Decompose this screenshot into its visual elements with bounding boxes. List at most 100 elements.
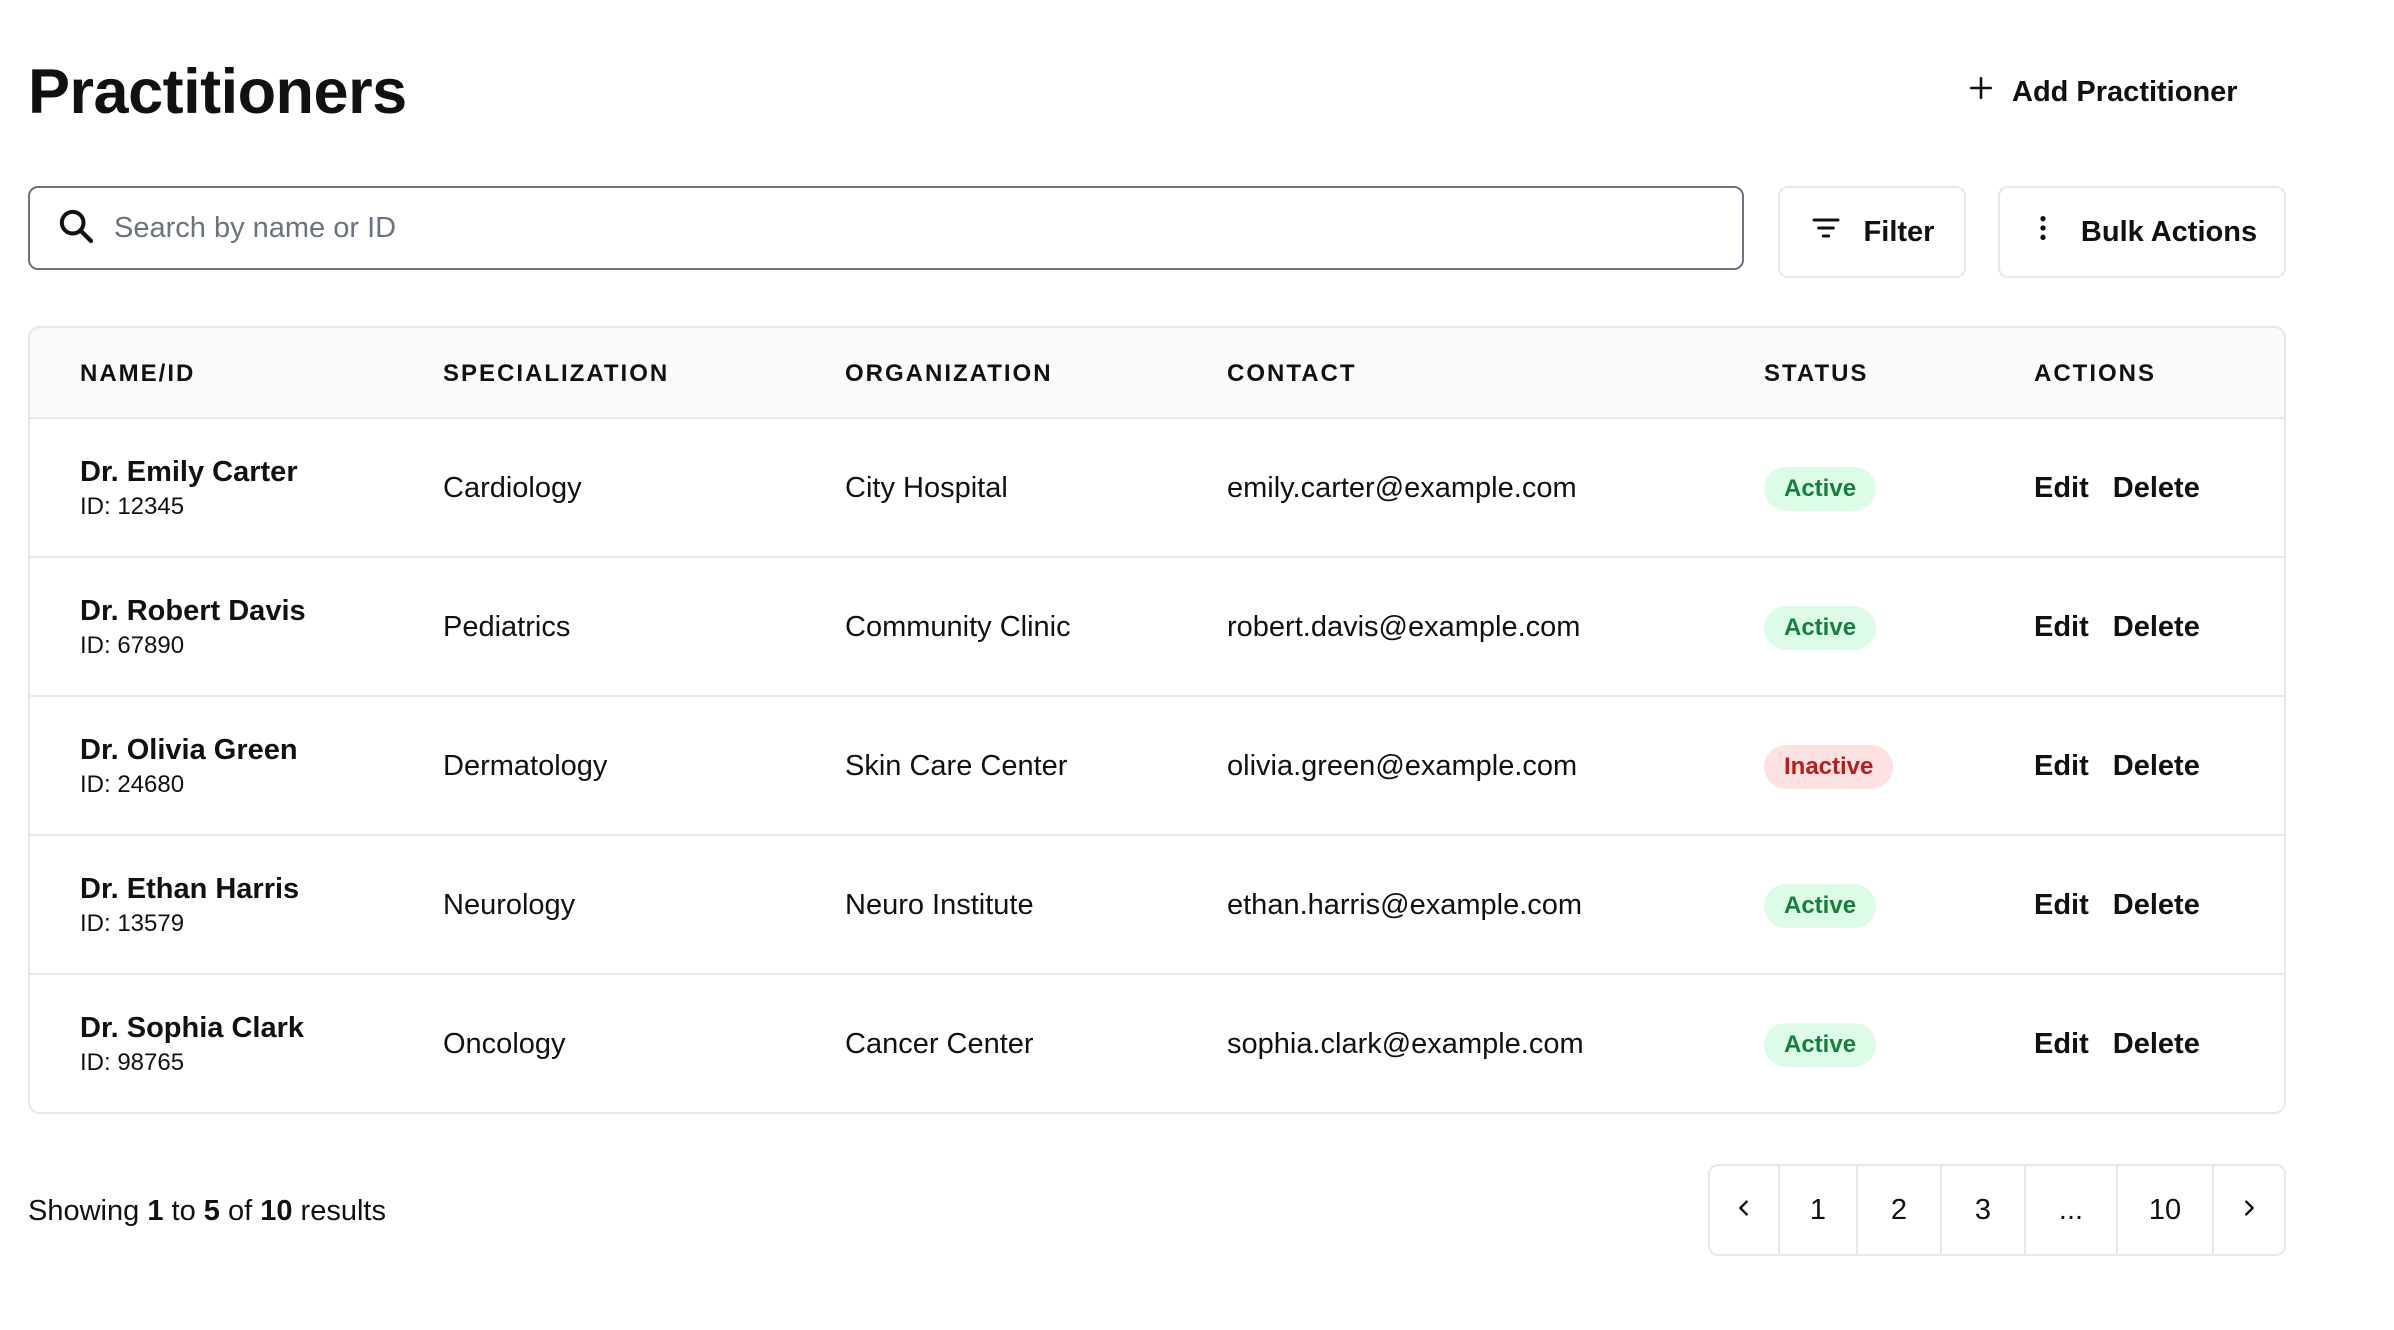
table-row: Dr. Robert Davis ID: 67890 Pediatrics Commu… <box>30 558 2284 697</box>
status-cell: Active <box>1764 975 1877 1112</box>
results-to-text: to <box>171 1195 196 1227</box>
actions-cell: Edit Delete <box>2034 558 2200 697</box>
column-header-actions: ACTIONS <box>2034 360 2156 387</box>
filter-lines-icon <box>1810 212 1842 252</box>
specialization-cell: Dermatology <box>443 750 608 782</box>
delete-button[interactable]: Delete <box>2113 1028 2200 1061</box>
prev-page-button[interactable] <box>1710 1166 1780 1254</box>
name-id-cell: Dr. Sophia Clark ID: 98765 <box>80 975 305 1112</box>
status-badge: Active <box>1764 605 1877 650</box>
page-1-button[interactable]: 1 <box>1780 1166 1858 1254</box>
actions-cell: Edit Delete <box>2034 836 2200 975</box>
status-cell: Active <box>1764 419 1877 558</box>
practitioners-table: NAME/ID SPECIALIZATION ORGANIZATION CONT… <box>28 326 2286 1114</box>
table-header: NAME/ID SPECIALIZATION ORGANIZATION CONT… <box>30 328 2284 419</box>
delete-button[interactable]: Delete <box>2113 611 2200 644</box>
practitioner-id: ID: 24680 <box>80 771 185 798</box>
pagination: 1 2 3 ... 10 <box>1708 1164 2286 1256</box>
practitioner-name: Dr. Robert Davis <box>80 595 306 627</box>
search-icon <box>56 206 96 251</box>
table-row: Dr. Sophia Clark ID: 98765 Oncology Cancer … <box>30 975 2284 1112</box>
filter-label: Filter <box>1863 215 1935 248</box>
column-header-status: STATUS <box>1764 360 1869 387</box>
practitioner-name: Dr. Sophia Clark <box>80 1012 305 1044</box>
results-range-end: 5 <box>203 1195 220 1227</box>
chevron-left-icon <box>1733 1194 1755 1227</box>
next-page-button[interactable] <box>2214 1166 2284 1254</box>
filter-button[interactable]: Filter <box>1778 186 1966 278</box>
page-3-button[interactable]: 3 <box>1942 1166 2026 1254</box>
vertical-dots-icon <box>2027 212 2059 252</box>
edit-button[interactable]: Edit <box>2034 611 2089 644</box>
page-2-button[interactable]: 2 <box>1858 1166 1942 1254</box>
chevron-right-icon <box>2238 1194 2260 1227</box>
delete-button[interactable]: Delete <box>2113 889 2200 922</box>
edit-button[interactable]: Edit <box>2034 1028 2089 1061</box>
edit-button[interactable]: Edit <box>2034 750 2089 783</box>
specialization-cell: Oncology <box>443 1028 566 1060</box>
status-cell: Inactive <box>1764 697 1894 836</box>
add-practitioner-label: Add Practitioner <box>2012 75 2238 108</box>
organization-cell: Community Clinic <box>845 611 1071 643</box>
table-row: Dr. Olivia Green ID: 24680 Dermatology Skin… <box>30 697 2284 836</box>
status-cell: Active <box>1764 836 1877 975</box>
column-header-name-id: NAME/ID <box>80 360 196 387</box>
practitioner-id: ID: 13579 <box>80 910 185 937</box>
status-badge: Active <box>1764 466 1877 511</box>
name-id-cell: Dr. Ethan Harris ID: 13579 <box>80 836 299 975</box>
name-id-cell: Dr. Olivia Green ID: 24680 <box>80 697 298 836</box>
actions-cell: Edit Delete <box>2034 419 2200 558</box>
add-practitioner-button[interactable]: Add Practitioner <box>1968 64 2238 120</box>
delete-button[interactable]: Delete <box>2113 472 2200 505</box>
specialization-cell: Neurology <box>443 889 576 921</box>
results-word: results <box>300 1195 386 1227</box>
status-badge: Active <box>1764 1022 1877 1067</box>
table-row: Dr. Ethan Harris ID: 13579 Neurology Neuro … <box>30 836 2284 975</box>
results-total: 10 <box>260 1195 293 1227</box>
results-range-start: 1 <box>147 1195 164 1227</box>
results-showing-text: Showing <box>28 1195 140 1227</box>
table-body: Dr. Emily Carter ID: 12345 Cardiology City … <box>30 419 2284 1112</box>
status-badge: Active <box>1764 883 1877 928</box>
column-header-contact: CONTACT <box>1227 360 1357 387</box>
organization-cell: Cancer Center <box>845 1028 1034 1060</box>
page-ellipsis: ... <box>2026 1166 2118 1254</box>
practitioner-id: ID: 67890 <box>80 632 185 659</box>
practitioner-name: Dr. Emily Carter <box>80 456 298 488</box>
contact-cell: robert.davis@example.com <box>1227 611 1581 643</box>
results-of-text: of <box>227 1195 253 1227</box>
status-cell: Active <box>1764 558 1877 697</box>
organization-cell: Neuro Institute <box>845 889 1034 921</box>
bulk-actions-button[interactable]: Bulk Actions <box>1998 186 2286 278</box>
page-10-button[interactable]: 10 <box>2118 1166 2214 1254</box>
name-id-cell: Dr. Robert Davis ID: 67890 <box>80 558 306 697</box>
results-summary: Showing 1 to 5 of 10 results <box>28 1188 386 1234</box>
table-row: Dr. Emily Carter ID: 12345 Cardiology City … <box>30 419 2284 558</box>
contact-cell: olivia.green@example.com <box>1227 750 1578 782</box>
organization-cell: Skin Care Center <box>845 750 1068 782</box>
practitioner-id: ID: 12345 <box>80 493 185 520</box>
name-id-cell: Dr. Emily Carter ID: 12345 <box>80 419 298 558</box>
specialization-cell: Pediatrics <box>443 611 571 643</box>
edit-button[interactable]: Edit <box>2034 889 2089 922</box>
edit-button[interactable]: Edit <box>2034 472 2089 505</box>
column-header-organization: ORGANIZATION <box>845 360 1053 387</box>
practitioners-page: Practitioners Add Practitioner Filter Bu… <box>0 0 2394 1330</box>
specialization-cell: Cardiology <box>443 472 582 504</box>
practitioner-id: ID: 98765 <box>80 1049 185 1076</box>
page-title: Practitioners <box>28 57 407 127</box>
contact-cell: ethan.harris@example.com <box>1227 889 1583 921</box>
bulk-actions-label: Bulk Actions <box>2080 215 2258 248</box>
plus-icon <box>1968 75 1994 109</box>
search-input[interactable] <box>114 198 1742 258</box>
practitioner-name: Dr. Ethan Harris <box>80 873 300 905</box>
actions-cell: Edit Delete <box>2034 697 2200 836</box>
actions-cell: Edit Delete <box>2034 975 2200 1112</box>
organization-cell: City Hospital <box>845 472 1008 504</box>
delete-button[interactable]: Delete <box>2113 750 2200 783</box>
column-header-specialization: SPECIALIZATION <box>443 360 670 387</box>
status-badge: Inactive <box>1764 744 1894 789</box>
contact-cell: sophia.clark@example.com <box>1227 1028 1584 1060</box>
contact-cell: emily.carter@example.com <box>1227 472 1577 504</box>
search-box <box>28 186 1744 270</box>
